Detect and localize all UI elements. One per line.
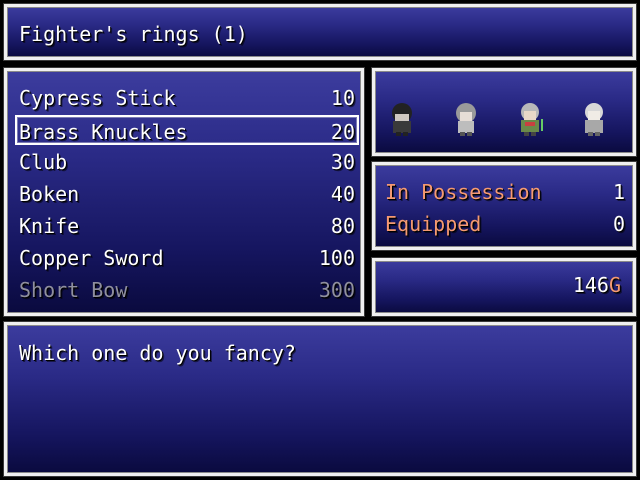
- equipped-label: Equipped: [385, 212, 482, 236]
- item-row-cypress-stick[interactable]: Cypress Stick 10: [15, 83, 359, 113]
- item-row-copper-sword[interactable]: Copper Sword 100: [15, 243, 359, 273]
- in-possession-label: In Possession: [385, 180, 542, 204]
- item-row-short-bow[interactable]: Short Bow 300: [15, 275, 359, 305]
- item-price: 40: [330, 182, 355, 206]
- equipped-row: Equipped 0: [385, 209, 625, 239]
- gold-window: 146G: [372, 258, 636, 316]
- item-price: 100: [318, 246, 355, 270]
- gold-unit: G: [608, 273, 621, 297]
- gray-haired-girl-sprite-icon: [456, 103, 476, 136]
- item-name: Copper Sword: [19, 246, 164, 270]
- item-name: Knife: [19, 214, 80, 238]
- possession-window: In Possession 1 Equipped 0: [372, 162, 636, 250]
- item-row-knife[interactable]: Knife 80: [15, 211, 359, 241]
- item-name: Club: [19, 150, 68, 174]
- item-name: Cypress Stick: [19, 86, 176, 110]
- item-name: Brass Knuckles: [19, 120, 188, 144]
- dark-haired-hero-sprite-icon: [392, 103, 412, 136]
- message-text: Which one do you fancy?: [19, 341, 296, 365]
- item-name: Short Bow: [19, 278, 128, 302]
- shop-title-window: Fighter's rings (1): [4, 4, 636, 60]
- shop-title: Fighter's rings (1): [19, 22, 248, 46]
- item-price: 80: [330, 214, 355, 238]
- party-window: [372, 68, 636, 156]
- in-possession-value: 1: [612, 180, 625, 204]
- pale-elder-sprite-icon: [585, 103, 603, 136]
- message-window: Which one do you fancy?: [4, 322, 636, 476]
- shop-item-list: Cypress Stick 10 Brass Knuckles 20 Club …: [4, 68, 364, 316]
- item-price: 300: [318, 278, 355, 302]
- gold-display: 146G: [573, 273, 621, 297]
- item-row-brass-knuckles[interactable]: Brass Knuckles 20: [15, 115, 359, 145]
- gold-amount: 146: [572, 273, 609, 297]
- equipped-value: 0: [612, 212, 625, 236]
- item-name: Boken: [19, 182, 80, 206]
- in-possession-row: In Possession 1: [385, 177, 625, 207]
- green-clad-fighter-sprite-icon: [521, 103, 543, 136]
- item-price: 30: [330, 150, 355, 174]
- item-price: 20: [330, 120, 355, 144]
- item-price: 10: [330, 86, 355, 110]
- item-row-club[interactable]: Club 30: [15, 147, 359, 177]
- item-row-boken[interactable]: Boken 40: [15, 179, 359, 209]
